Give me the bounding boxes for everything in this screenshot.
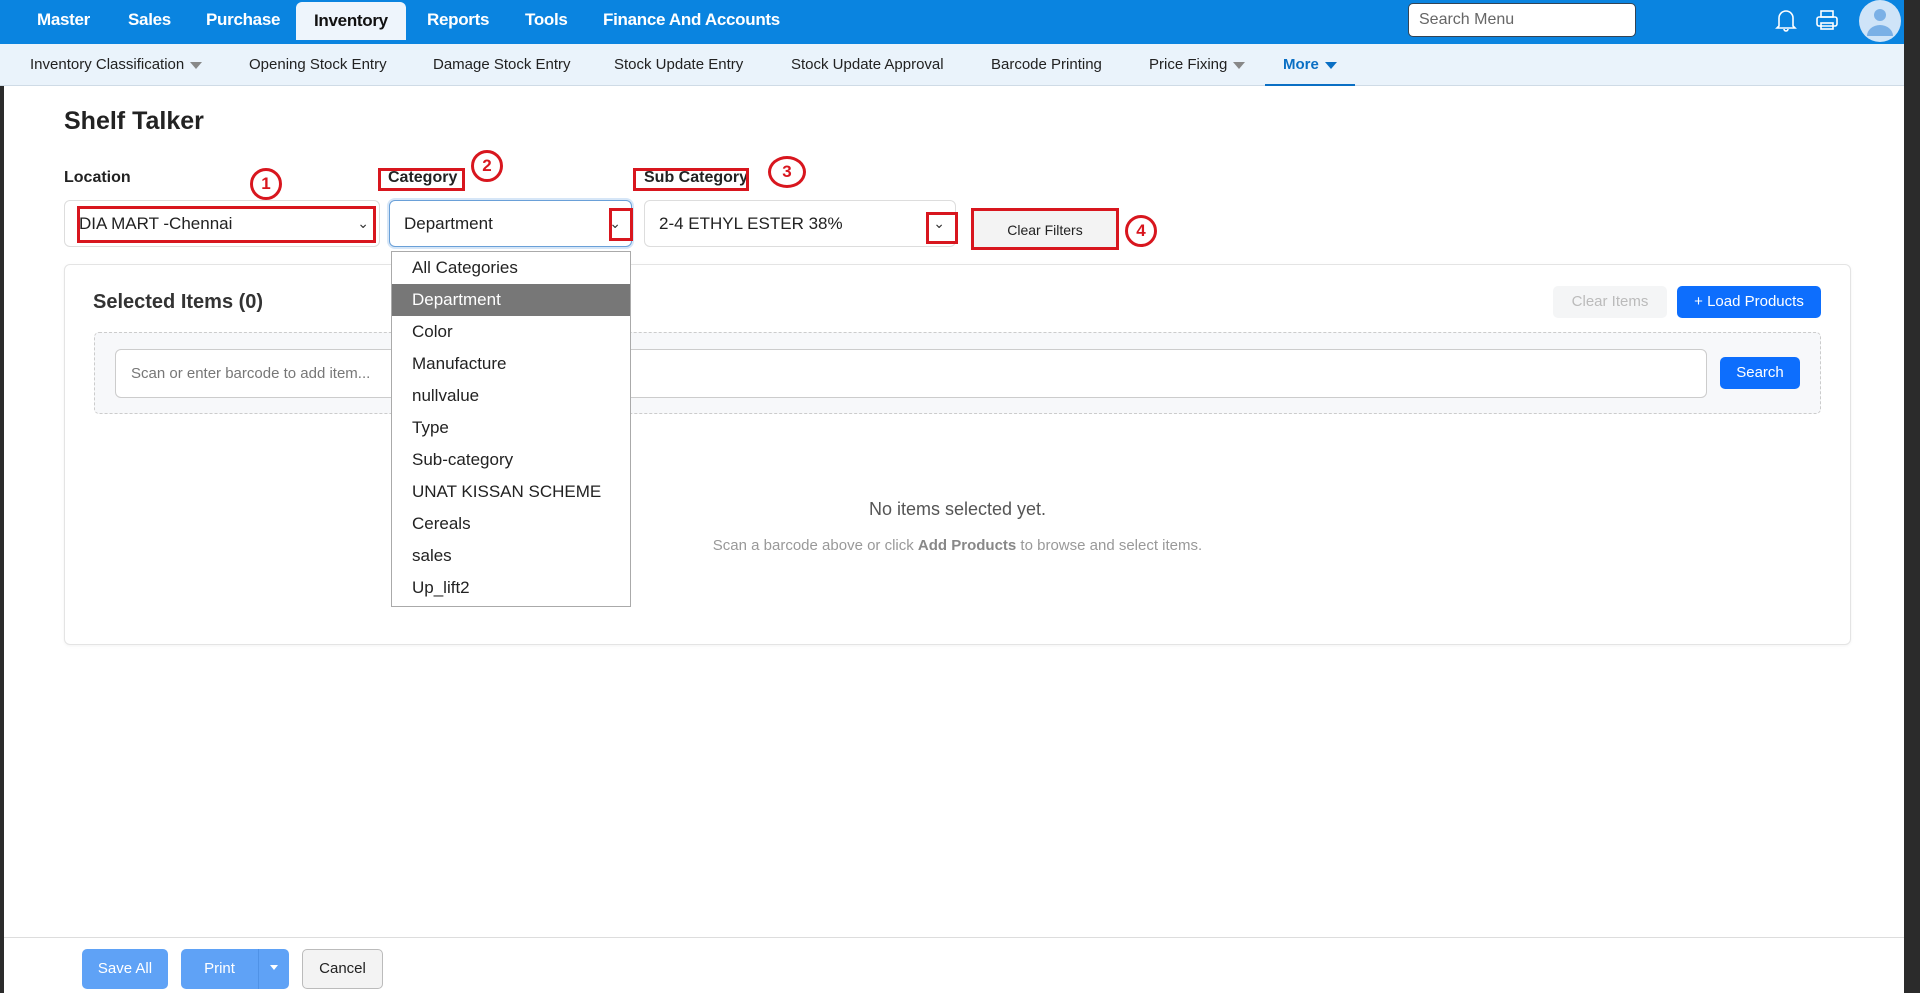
annotation-box [609, 208, 633, 241]
nav-tools[interactable]: Tools [525, 0, 568, 44]
save-all-button[interactable]: Save All [82, 949, 168, 989]
value: 2-4 ETHYL ESTER 38% [659, 214, 843, 233]
label: Inventory Classification [30, 56, 185, 73]
nav-master[interactable]: Master [37, 0, 90, 44]
subnav-more[interactable]: More [1265, 44, 1355, 86]
print-button[interactable]: Print [181, 949, 258, 989]
print-options-toggle[interactable] [258, 949, 289, 989]
annotation-marker-3: 3 [768, 156, 806, 188]
selected-items-card [64, 264, 1851, 645]
window-frame [0, 86, 4, 993]
category-option[interactable]: UNAT KISSAN SCHEME [392, 476, 630, 508]
category-option[interactable]: All Categories [392, 252, 630, 284]
nav-inventory[interactable]: Inventory [296, 2, 406, 40]
location-label: Location [64, 169, 131, 186]
printer-icon[interactable] [1815, 9, 1839, 31]
annotation-box [971, 208, 1119, 250]
annotation-box [378, 168, 465, 191]
annotation-box [926, 212, 958, 244]
category-option[interactable]: nullvalue [392, 380, 630, 412]
window-frame [1904, 0, 1920, 993]
annotation-marker-4: 4 [1125, 215, 1157, 247]
top-navbar: Master Sales Purchase Inventory Reports … [0, 0, 1920, 44]
annotation-marker-2: 2 [471, 150, 503, 182]
nav-finance-and-accounts[interactable]: Finance And Accounts [603, 0, 780, 44]
nav-purchase[interactable]: Purchase [206, 0, 280, 44]
empty-state-hint: Scan a barcode above or click Add Produc… [64, 537, 1851, 554]
category-option[interactable]: Color [392, 316, 630, 348]
subnav-damage-stock-entry[interactable]: Damage Stock Entry [433, 44, 571, 86]
sub-navbar: Inventory Classification Opening Stock E… [0, 44, 1920, 86]
nav-sales[interactable]: Sales [128, 0, 171, 44]
label: Price Fixing [1149, 56, 1228, 73]
page-title: Shelf Talker [64, 107, 204, 135]
search-menu-input[interactable]: Search Menu [1408, 3, 1636, 37]
clear-items-button[interactable]: Clear Items [1553, 286, 1667, 318]
category-option[interactable]: Up_lift2 [392, 572, 630, 604]
caret-down-icon [270, 965, 278, 970]
category-option[interactable]: Cereals [392, 508, 630, 540]
bell-icon[interactable] [1774, 7, 1798, 33]
hint-text: Scan a barcode above or click [712, 537, 918, 554]
subnav-stock-update-entry[interactable]: Stock Update Entry [614, 44, 743, 86]
value: Department [404, 214, 493, 233]
selected-items-title: Selected Items (0) [93, 291, 264, 313]
caret-down-icon [1324, 61, 1337, 69]
caret-down-icon [1233, 61, 1246, 69]
footer-bar [4, 937, 1904, 993]
category-dropdown-list: All Categories Department Color Manufact… [391, 251, 631, 607]
category-option-selected[interactable]: Department [392, 284, 630, 316]
category-option[interactable]: Manufacture [392, 348, 630, 380]
subnav-stock-update-approval[interactable]: Stock Update Approval [791, 44, 944, 86]
subnav-opening-stock-entry[interactable]: Opening Stock Entry [249, 44, 387, 86]
add-products-link[interactable]: Add Products [918, 537, 1016, 554]
subnav-barcode-printing[interactable]: Barcode Printing [991, 44, 1102, 86]
category-select[interactable]: Department ⌄ [389, 200, 632, 247]
subnav-inventory-classification[interactable]: Inventory Classification [30, 44, 203, 86]
search-button[interactable]: Search [1720, 357, 1800, 389]
subnav-price-fixing[interactable]: Price Fixing [1149, 44, 1246, 86]
empty-state-title: No items selected yet. [868, 499, 1047, 519]
category-option[interactable]: sales [392, 540, 630, 572]
annotation-box [633, 168, 749, 191]
subcategory-select[interactable]: 2-4 ETHYL ESTER 38% ⌄ [644, 200, 956, 247]
category-option[interactable]: Sub-category [392, 444, 630, 476]
hint-text: to browse and select items. [1016, 537, 1203, 554]
barcode-input[interactable]: Scan or enter barcode to add item... [115, 349, 1707, 398]
caret-down-icon [190, 61, 203, 69]
nav-reports[interactable]: Reports [427, 0, 489, 44]
annotation-box [77, 206, 376, 243]
category-option[interactable]: Type [392, 412, 630, 444]
avatar[interactable] [1859, 0, 1901, 42]
load-products-button[interactable]: + Load Products [1677, 286, 1821, 318]
cancel-button[interactable]: Cancel [302, 949, 383, 989]
label: More [1283, 56, 1319, 73]
annotation-marker-1: 1 [250, 168, 282, 200]
